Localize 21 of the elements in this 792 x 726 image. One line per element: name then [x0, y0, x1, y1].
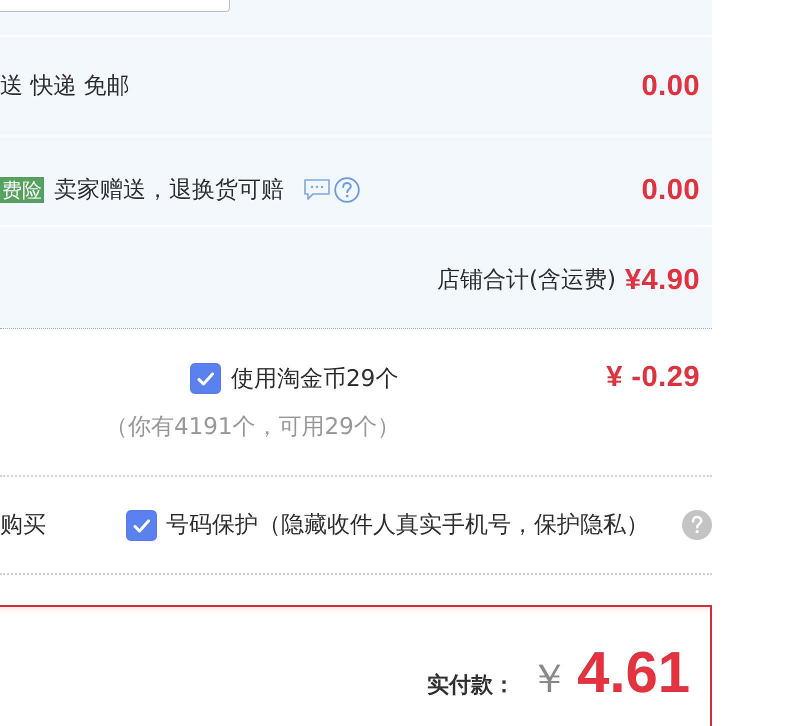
shipping-method: 送 快递 免邮	[0, 72, 130, 101]
input-field[interactable]	[0, 0, 230, 12]
help-icon[interactable]	[682, 510, 712, 540]
checkbox[interactable]	[126, 510, 157, 540]
payment-label: 实付款：	[427, 672, 516, 700]
insurance-badge: 费险	[0, 177, 44, 203]
chat-bubble-icon[interactable]	[304, 179, 330, 201]
help-icon[interactable]	[334, 177, 360, 203]
checkbox-label: 使用淘金币29个	[231, 364, 398, 394]
insurance-amount: 0.00	[642, 174, 700, 206]
coin-balance-note: （你有4191个，可用29个）	[105, 413, 400, 442]
currency-symbol: ￥	[529, 655, 570, 704]
option-label: 购买	[0, 511, 46, 540]
coin-discount-amount: ¥ -0.29	[606, 361, 700, 393]
checkbox[interactable]	[190, 363, 221, 394]
shipping-amount: 0.00	[642, 70, 700, 102]
payment-amount: 4.61	[577, 639, 690, 706]
checkbox-label: 号码保护（隐藏收件人真实手机号，保护隐私）	[166, 511, 649, 540]
store-total-label: 店铺合计(含运费)	[436, 266, 616, 295]
store-total-amount: ¥4.90	[624, 264, 700, 296]
insurance-description: 卖家赠送，退换货可赔	[54, 176, 284, 205]
